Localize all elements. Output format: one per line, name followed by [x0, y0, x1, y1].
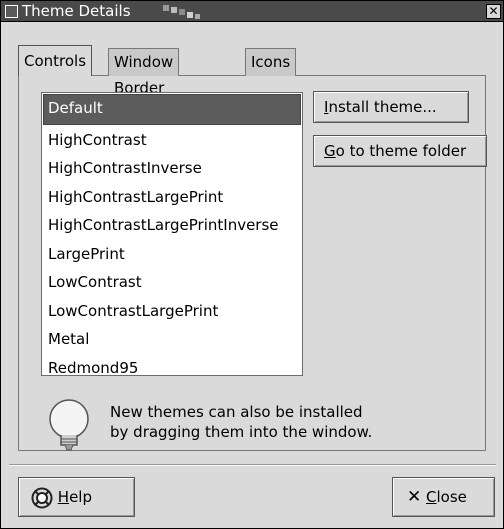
list-item[interactable]: Metal: [42, 325, 302, 354]
help-mnemonic: H: [57, 488, 70, 506]
go-to-theme-folder-button[interactable]: Go to theme folder: [313, 135, 487, 167]
close-button[interactable]: ✕ Close: [392, 477, 495, 517]
list-item[interactable]: HighContrast: [42, 126, 302, 155]
tab-icons[interactable]: Icons: [245, 48, 297, 76]
list-item[interactable]: HighContrastInverse: [42, 154, 302, 183]
theme-details-window: Theme Details ✕ Controls Window Border I…: [0, 0, 504, 529]
window-title: Theme Details: [22, 2, 131, 20]
list-item[interactable]: LowContrast: [42, 268, 302, 297]
list-item[interactable]: HighContrastLargePrint: [42, 183, 302, 212]
list-item[interactable]: Default: [43, 94, 301, 125]
tab-controls[interactable]: Controls: [18, 45, 93, 76]
theme-list[interactable]: Default HighContrast HighContrastInverse Hi…: [41, 92, 303, 376]
list-item[interactable]: Redmond95: [42, 354, 302, 376]
x-icon: ✕: [407, 487, 422, 507]
goto-mnemonic: G: [324, 142, 336, 160]
install-theme-button[interactable]: Install theme...: [313, 91, 469, 123]
window-menu-icon[interactable]: [5, 5, 18, 18]
info-text: New themes can also be installed by drag…: [110, 402, 372, 442]
tab-window-border[interactable]: Window Border: [108, 48, 180, 97]
info-line-2: by dragging them into the window.: [110, 423, 373, 441]
install-label: nstall theme...: [328, 98, 437, 116]
close-label: lose: [436, 488, 467, 506]
separator: [9, 464, 496, 466]
close-mnemonic: C: [426, 488, 437, 506]
list-item[interactable]: HighContrastLargePrintInverse: [42, 211, 302, 240]
title-bar[interactable]: Theme Details ✕: [1, 1, 503, 22]
list-item[interactable]: LowContrastLargePrint: [42, 297, 302, 326]
help-label: elp: [69, 488, 92, 506]
help-icon: [31, 487, 53, 508]
goto-label: o to theme folder: [335, 142, 467, 160]
lightbulb-icon: [49, 399, 89, 451]
window-deco-icon: [163, 5, 200, 19]
close-icon[interactable]: ✕: [486, 4, 501, 19]
info-line-1: New themes can also be installed: [110, 403, 363, 421]
help-button[interactable]: Help: [18, 477, 135, 517]
list-item[interactable]: LargePrint: [42, 240, 302, 269]
